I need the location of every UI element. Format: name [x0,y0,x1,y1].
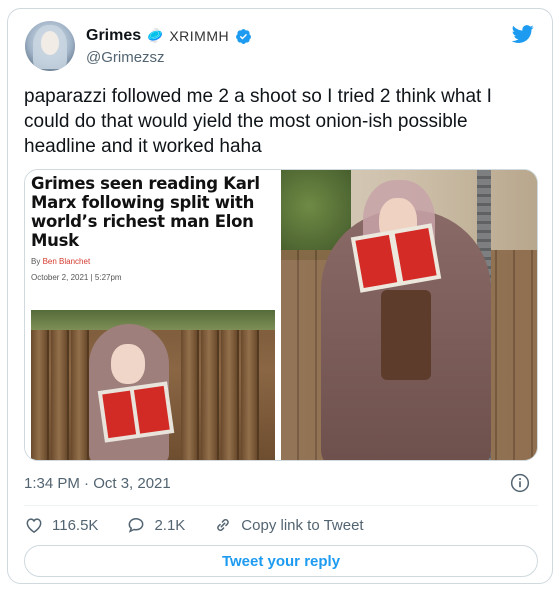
divider [24,505,538,506]
info-icon[interactable] [510,473,530,493]
twitter-bird-icon[interactable] [510,23,536,45]
fence-slat [71,310,89,460]
reply-button-label: Tweet your reply [221,552,341,570]
person-bodice [381,290,431,380]
tweet-card: Grimes 🥏 XRIMMH @Grimezsz paparazzi foll… [7,8,553,584]
media-article-screenshot[interactable]: Grimes seen reading Karl Marx following … [25,170,281,460]
byline-author: Ben Blanchet [42,257,91,266]
author-name-row[interactable]: Grimes 🥏 XRIMMH [86,27,252,45]
copy-link-label: Copy link to Tweet [241,516,364,534]
article-photo [31,310,275,460]
fence-slat [51,310,69,460]
heart-icon [26,518,42,533]
article-date: October 2, 2021 | 5:27pm [31,273,122,282]
book [97,381,175,443]
tweet-media[interactable]: Grimes seen reading Karl Marx following … [24,169,538,461]
link-icon [217,519,230,531]
byline-prefix: By [31,257,41,266]
like-button[interactable]: 116.5K [24,515,98,535]
person-face [111,344,145,384]
author-display-name[interactable]: Grimes [86,27,141,45]
like-count: 116.5K [52,516,99,534]
copy-link-button[interactable]: Copy link to Tweet [213,515,364,535]
fence-slat [221,310,239,460]
greenery [31,310,275,330]
name-suffix: XRIMMH [169,28,230,44]
article-headline: Grimes seen reading Karl Marx following … [31,174,260,250]
avatar[interactable] [25,21,75,71]
tweet-actions: 116.5K 2.1K Copy link to Tweet [24,514,392,536]
tweet-text: paparazzi followed me 2 a shoot so I tri… [24,86,492,157]
fence-slat [241,310,259,460]
reply-button[interactable]: 2.1K [126,515,185,535]
fence-slat [201,310,219,460]
reply-count: 2.1K [154,516,186,534]
tweet-timestamp[interactable]: 1:34 PM · Oct 3, 2021 [24,475,171,492]
avatar-face [41,31,59,55]
tweet-your-reply-button[interactable]: Tweet your reply [24,545,538,577]
author-handle[interactable]: @Grimezsz [86,49,165,66]
article-byline: By Ben Blanchet [31,257,90,266]
fence-slat [31,310,49,460]
reply-bubble-icon [129,517,144,533]
media-photo[interactable] [281,170,537,460]
fence-slat [181,310,199,460]
verified-badge-icon [236,28,252,44]
name-emoji: 🥏 [147,28,164,43]
